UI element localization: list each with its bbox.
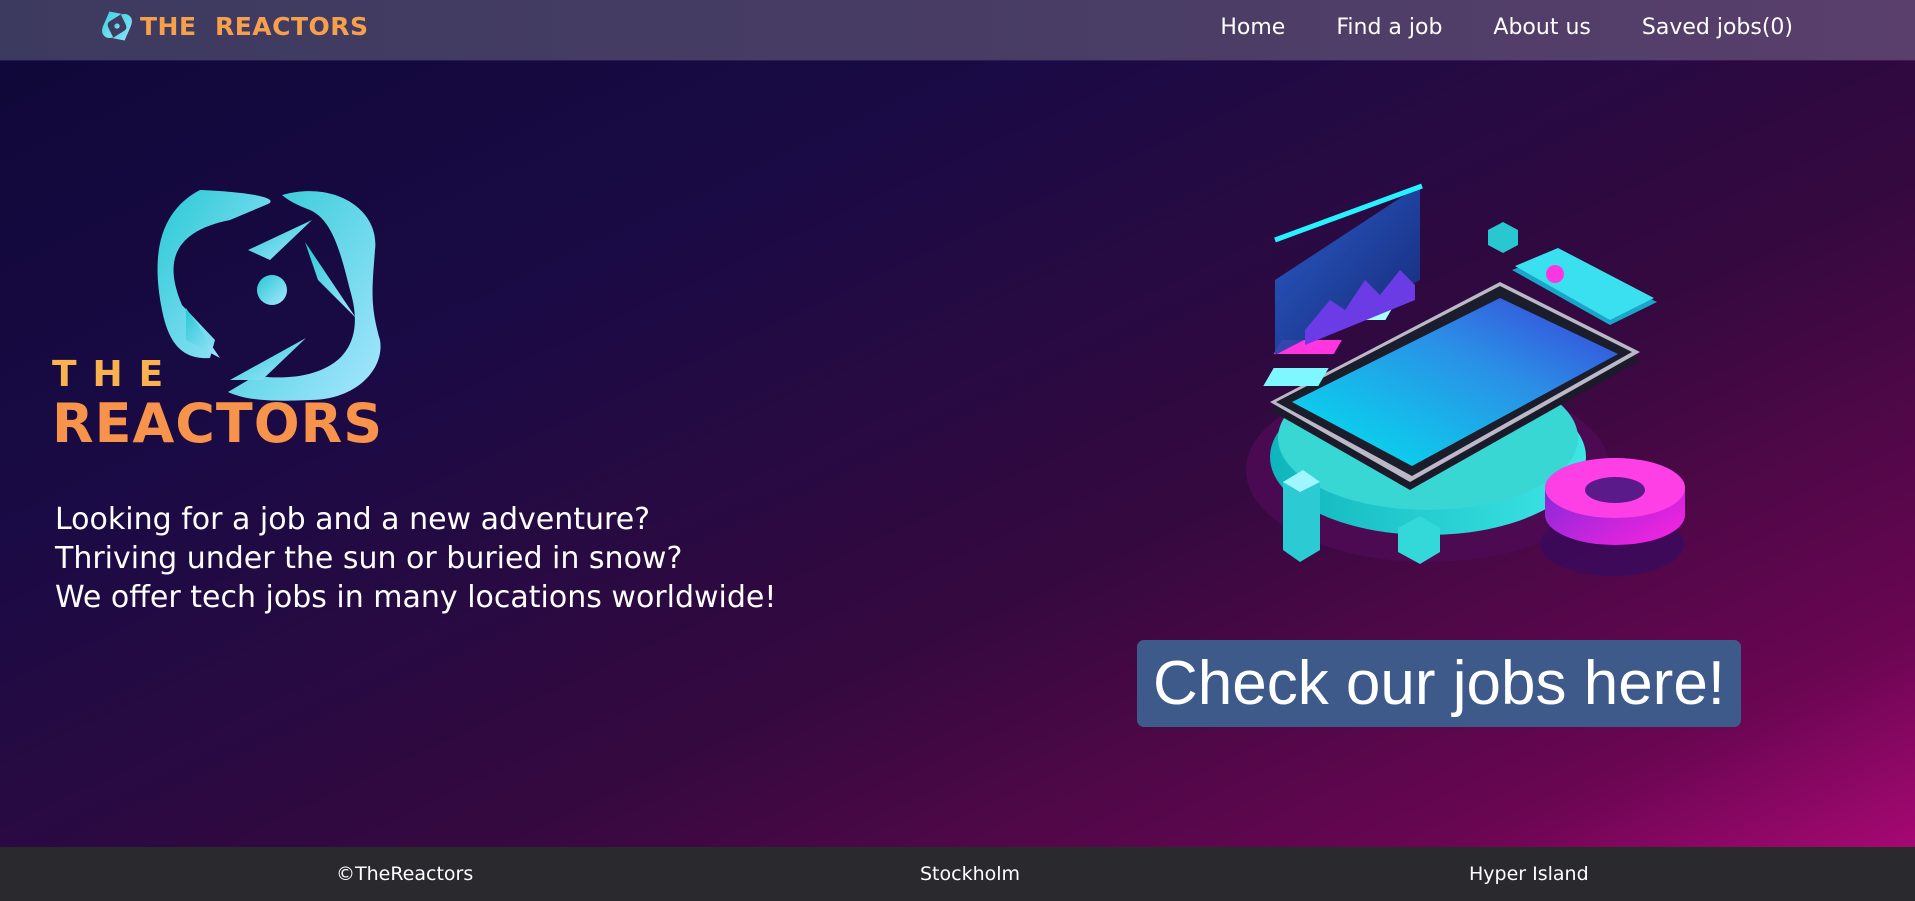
check-jobs-button[interactable]: Check our jobs here! — [1137, 640, 1741, 727]
isometric-tablet-illustration — [1246, 183, 1685, 576]
tagline-line: Looking for a job and a new adventure? — [55, 502, 651, 537]
footer-location: Stockholm — [920, 863, 1021, 885]
footer: ©TheReactors Stockholm Hyper Island — [0, 847, 1915, 901]
nav-find-a-job[interactable]: Find a job — [1336, 15, 1442, 40]
brand-name: THE REACTORS — [140, 11, 369, 41]
nav-about-us[interactable]: About us — [1493, 15, 1590, 40]
main-nav: Home Find a job About us Saved jobs(0) — [1169, 0, 1793, 54]
nav-home[interactable]: Home — [1220, 15, 1285, 40]
footer-school: Hyper Island — [1469, 863, 1589, 885]
reactor-logo-icon — [102, 11, 132, 41]
top-navbar: THE REACTORS Home Find a job About us Sa… — [0, 0, 1915, 60]
footer-copyright: ©TheReactors — [336, 863, 474, 885]
tagline-line: We offer tech jobs in many locations wor… — [55, 580, 777, 615]
tagline-line: Thriving under the sun or buried in snow… — [55, 541, 683, 576]
hero-tagline: Looking for a job and a new adventure? T… — [55, 500, 776, 617]
hero-logo-reactors: REACTORS — [52, 392, 384, 455]
nav-saved-jobs[interactable]: Saved jobs(0) — [1642, 15, 1793, 40]
brand-logo-link[interactable]: THE REACTORS — [98, 6, 369, 46]
hero-logo-the: THE — [52, 354, 180, 395]
